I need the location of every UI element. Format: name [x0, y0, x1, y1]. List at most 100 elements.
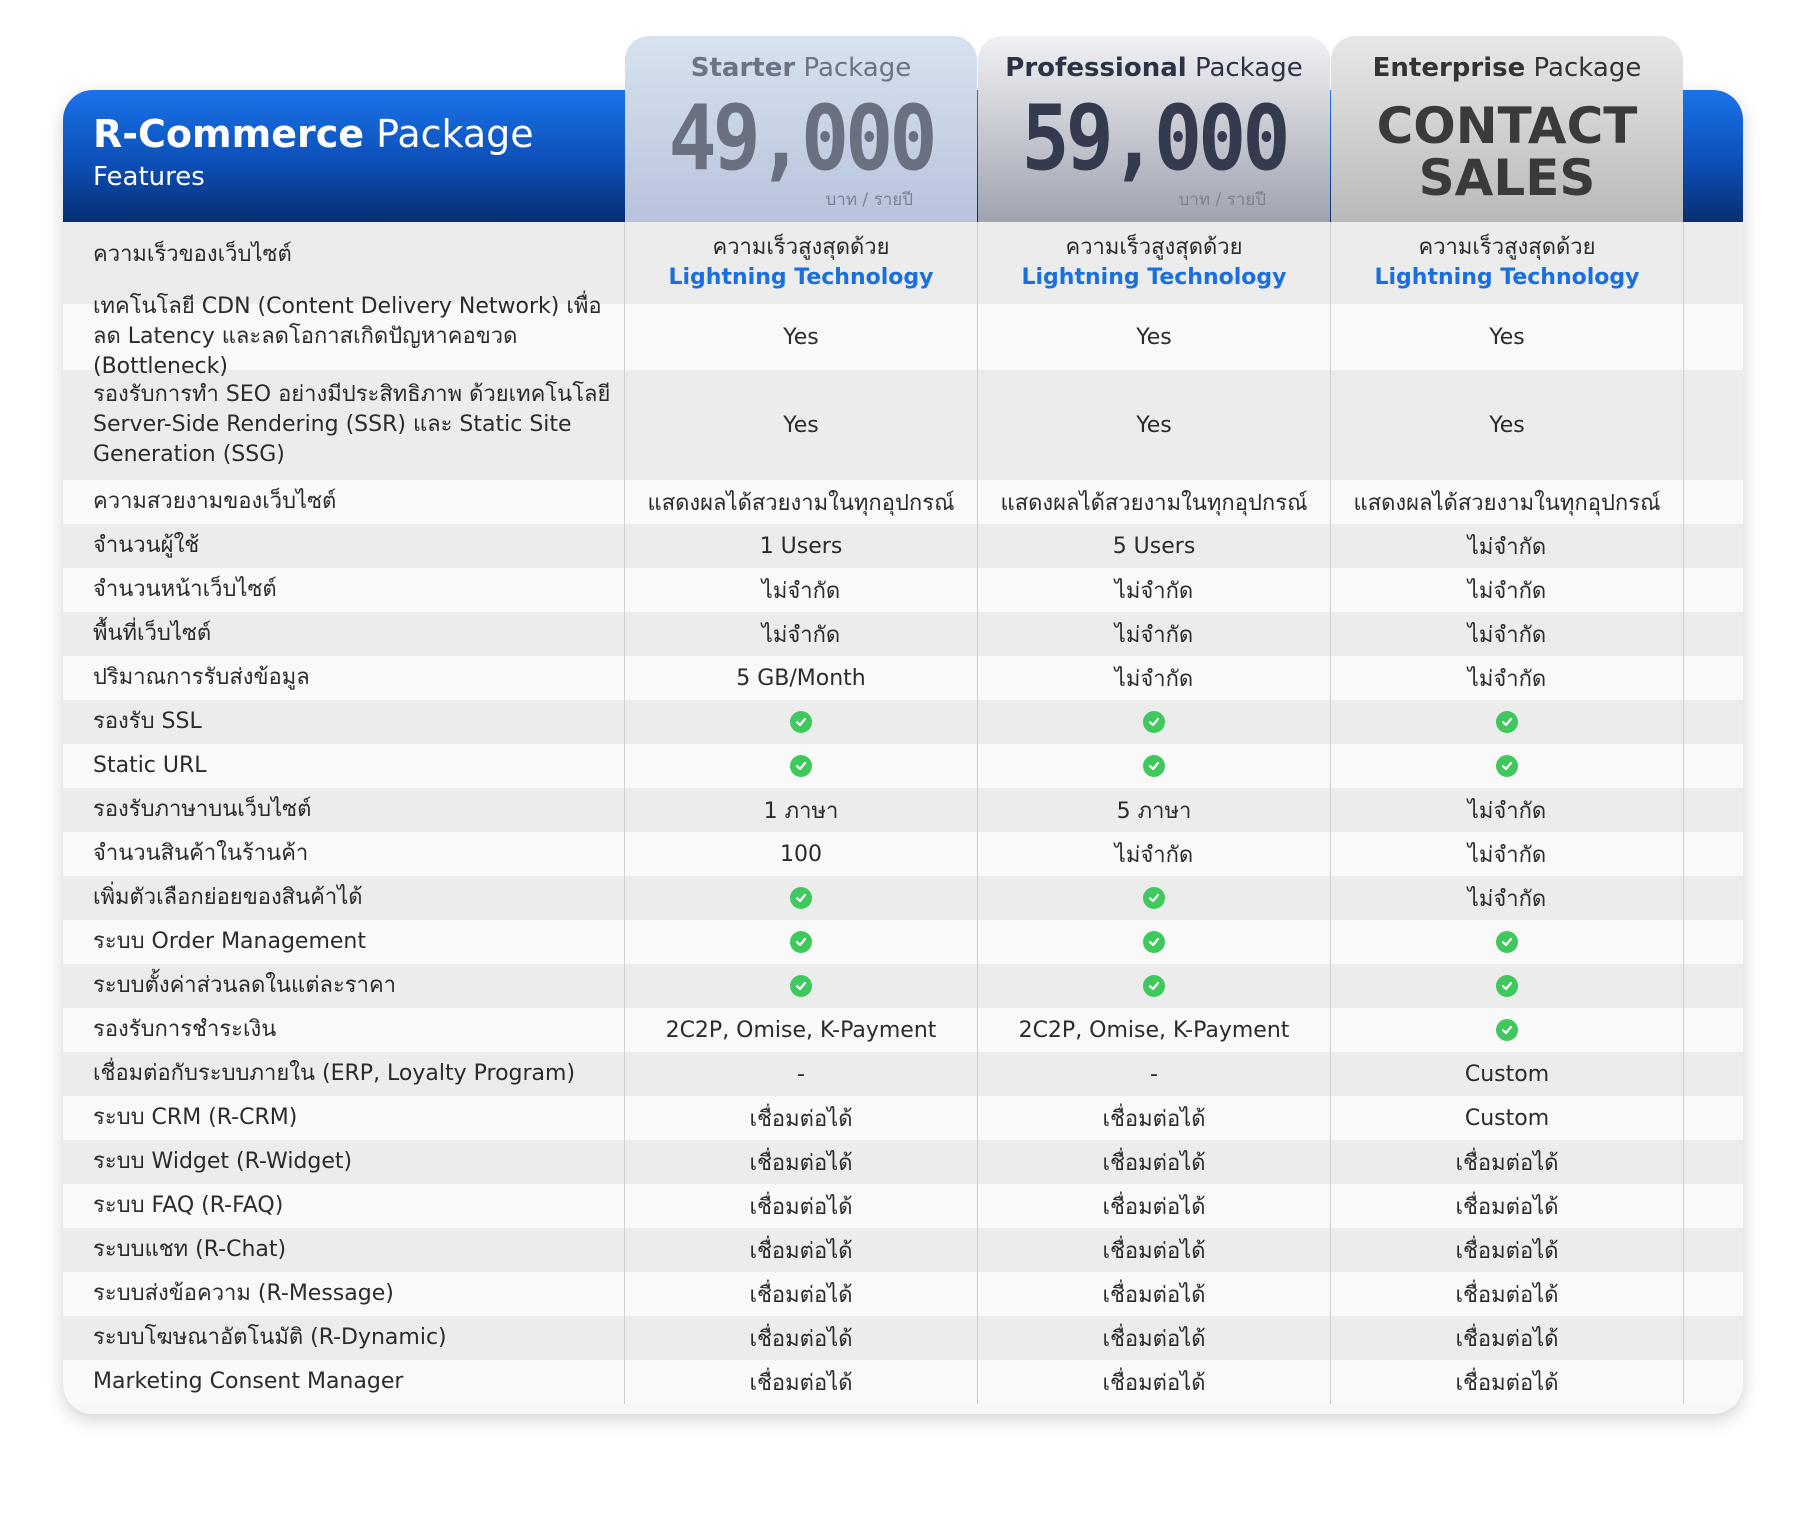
feature-label: เทคโนโลยี CDN (Content Delivery Network)…	[63, 294, 625, 379]
table-row: ระบบ Order Management	[63, 920, 1743, 964]
value-text: ไม่จำกัด	[1114, 842, 1194, 868]
value-cell: เชื่อมต่อได้	[1331, 1316, 1684, 1360]
value-text: Custom	[1464, 1105, 1550, 1131]
feature-label: รองรับการชำระเงิน	[63, 1008, 625, 1052]
value-text: Yes	[783, 412, 819, 438]
value-cell	[1331, 964, 1684, 1008]
speed-line: ความเร็วสูงสุดด้วย	[1418, 235, 1596, 260]
speed-line: ความเร็วสูงสุดด้วย	[1065, 235, 1243, 260]
spacer-cell	[1684, 1184, 1743, 1228]
value-text: เชื่อมต่อได้	[1102, 1150, 1206, 1176]
spacer-cell	[1684, 1008, 1743, 1052]
value-cell: เชื่อมต่อได้	[625, 1184, 978, 1228]
feature-label: รองรับภาษาบนเว็บไซต์	[63, 788, 625, 832]
lightning-technology-label: Lightning Technology	[1021, 265, 1287, 290]
value-cell	[625, 964, 978, 1008]
value-text: Yes	[1489, 324, 1525, 350]
feature-label: เพิ่มตัวเลือกย่อยของสินค้าได้	[63, 876, 625, 920]
spacer-cell	[1684, 920, 1743, 964]
value-text: ไม่จำกัด	[1114, 622, 1194, 648]
value-text: เชื่อมต่อได้	[749, 1370, 853, 1396]
value-cell: 2C2P, Omise, K-Payment	[625, 1008, 978, 1052]
value-cell: เชื่อมต่อได้	[1331, 1228, 1684, 1272]
spacer-cell	[1684, 1360, 1743, 1404]
contact-line-1: CONTACT	[1376, 97, 1638, 155]
check-circle-icon	[1143, 711, 1165, 733]
spacer-cell	[1684, 480, 1743, 524]
feature-text: ระบบ FAQ (R-FAQ)	[93, 1193, 284, 1218]
value-cell: 5 Users	[978, 524, 1331, 568]
contact-sales-label[interactable]: CONTACT SALES	[1331, 100, 1683, 204]
value-cell: เชื่อมต่อได้	[978, 1228, 1331, 1272]
check-circle-icon	[1496, 755, 1518, 777]
value-cell: ไม่จำกัด	[1331, 788, 1684, 832]
value-text: 5 Users	[1112, 533, 1196, 559]
spacer-cell	[1684, 304, 1743, 370]
table-row: เพิ่มตัวเลือกย่อยของสินค้าได้ ไม่จำกัด	[63, 876, 1743, 920]
table-row: จำนวนหน้าเว็บไซต์ ไม่จำกัด ไม่จำกัด ไม่จำกั…	[63, 568, 1743, 612]
value-cell: 5 GB/Month	[625, 656, 978, 700]
spacer-cell	[1684, 656, 1743, 700]
value-text: เชื่อมต่อได้	[749, 1282, 853, 1308]
value-cell	[1331, 744, 1684, 788]
feature-text: เชื่อมต่อกับระบบภายใน (ERP, Loyalty Prog…	[93, 1061, 576, 1086]
feature-label: ระบบแชท (R-Chat)	[63, 1228, 625, 1272]
value-cell: ไม่จำกัด	[1331, 568, 1684, 612]
value-text: เชื่อมต่อได้	[1455, 1282, 1559, 1308]
price-unit: บาท / รายปี	[825, 190, 913, 210]
value-text: 2C2P, Omise, K-Payment	[1018, 1017, 1290, 1043]
feature-label: ระบบ Order Management	[63, 920, 625, 964]
spacer-cell	[1684, 832, 1743, 876]
value-text: เชื่อมต่อได้	[1102, 1106, 1206, 1132]
value-cell: เชื่อมต่อได้	[1331, 1360, 1684, 1404]
feature-label: ระบบ CRM (R-CRM)	[63, 1096, 625, 1140]
value-text: Yes	[1136, 324, 1172, 350]
table-row: จำนวนผู้ใช้ 1 Users 5 Users ไม่จำกัด	[63, 524, 1743, 568]
value-cell: ไม่จำกัด	[625, 568, 978, 612]
check-circle-icon	[790, 711, 812, 733]
value-text: ไม่จำกัด	[1467, 842, 1547, 868]
value-cell: เชื่อมต่อได้	[1331, 1140, 1684, 1184]
feature-text: ความสวยงามของเว็บไซต์	[93, 489, 337, 514]
table-row: Marketing Consent Manager เชื่อมต่อได้ เชื…	[63, 1360, 1743, 1404]
feature-text: Marketing Consent Manager	[93, 1369, 404, 1394]
feature-label: Static URL	[63, 744, 625, 788]
package-name-bold: Starter	[690, 53, 796, 83]
value-cell: เชื่อมต่อได้	[625, 1316, 978, 1360]
feature-text: จำนวนผู้ใช้	[93, 533, 200, 558]
value-cell: เชื่อมต่อได้	[625, 1360, 978, 1404]
value-text: ไม่จำกัด	[761, 622, 841, 648]
value-cell: ไม่จำกัด	[625, 612, 978, 656]
feature-text: เทคโนโลยี CDN (Content Delivery Network)…	[93, 294, 602, 379]
value-cell	[978, 964, 1331, 1008]
feature-text: รองรับการทำ SEO อย่างมีประสิทธิภาพ ด้วยเ…	[93, 382, 611, 467]
table-row: จำนวนสินค้าในร้านค้า 100 ไม่จำกัด ไม่จำกัด	[63, 832, 1743, 876]
spacer-cell	[1684, 964, 1743, 1008]
feature-label: รองรับ SSL	[63, 700, 625, 744]
value-cell	[978, 876, 1331, 920]
value-text: แสดงผลได้สวยงามในทุกอุปกรณ์	[1353, 490, 1661, 516]
package-header-professional: Professional Package 59,000 บาท / รายปี	[978, 36, 1330, 222]
spacer-cell	[1684, 568, 1743, 612]
package-header-enterprise: Enterprise Package CONTACT SALES	[1331, 36, 1683, 222]
value-cell: เชื่อมต่อได้	[978, 1316, 1331, 1360]
feature-text: ระบบ CRM (R-CRM)	[93, 1105, 298, 1130]
value-cell: Yes	[625, 304, 978, 370]
value-text: -	[797, 1061, 805, 1087]
spacer-cell	[1684, 612, 1743, 656]
value-text: เชื่อมต่อได้	[1455, 1194, 1559, 1220]
value-text: 1 Users	[759, 533, 843, 559]
package-name: Starter Package	[625, 50, 977, 86]
value-cell: Yes	[978, 370, 1331, 480]
value-text: 100	[780, 841, 822, 867]
package-name-light: Package	[1194, 53, 1303, 83]
feature-text: ปริมาณการรับส่งข้อมูล	[93, 665, 310, 690]
brand-block: R-Commerce Package Features	[93, 110, 534, 194]
feature-text: พื้นที่เว็บไซต์	[93, 621, 212, 646]
check-circle-icon	[1496, 711, 1518, 733]
value-text: Custom	[1464, 1061, 1550, 1087]
spacer-cell	[1684, 1052, 1743, 1096]
value-text: เชื่อมต่อได้	[1102, 1370, 1206, 1396]
value-text: เชื่อมต่อได้	[1455, 1326, 1559, 1352]
package-name-bold: Enterprise	[1372, 53, 1526, 83]
